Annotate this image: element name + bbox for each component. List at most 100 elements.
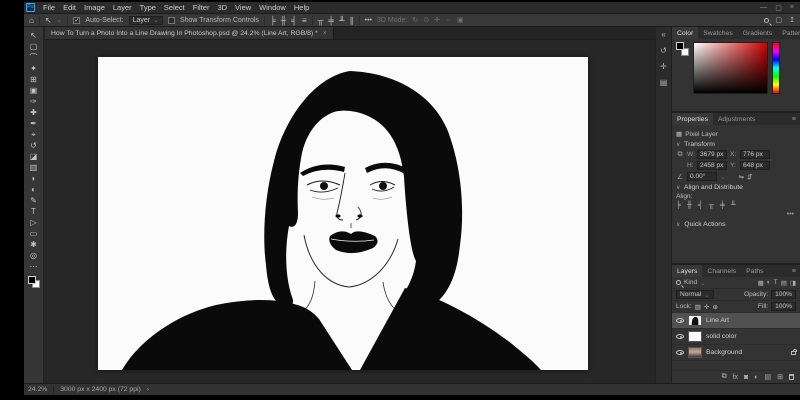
- align-bottom-icon[interactable]: ╨: [339, 16, 345, 25]
- align-right-icon[interactable]: ╡: [698, 202, 703, 209]
- lock-all-icon[interactable]: ⊕: [713, 303, 719, 311]
- menu-view[interactable]: View: [231, 3, 255, 12]
- menu-file[interactable]: File: [39, 3, 59, 12]
- 3d-roll-icon[interactable]: ⊙: [423, 16, 429, 24]
- filter-type-icon[interactable]: T: [774, 279, 778, 287]
- more-align-options-icon[interactable]: •••: [676, 211, 794, 218]
- panel-menu-icon[interactable]: ≡: [792, 265, 800, 277]
- menu-3d[interactable]: 3D: [213, 3, 231, 12]
- menu-help[interactable]: Help: [290, 3, 313, 12]
- width-field[interactable]: 3679 px: [697, 150, 727, 159]
- foreground-color-swatch[interactable]: [676, 42, 684, 50]
- history-brush-tool-icon[interactable]: ↺: [30, 140, 37, 151]
- flip-vertical-icon[interactable]: ⇵: [747, 173, 753, 181]
- axes-icon[interactable]: ✛: [660, 62, 667, 71]
- align-v-center-icon[interactable]: ╪: [720, 202, 725, 209]
- layer-row-background[interactable]: Background: [672, 345, 800, 361]
- move-tool-preset-icon[interactable]: ↖: [45, 16, 52, 25]
- dodge-tool-icon[interactable]: ◐: [31, 184, 36, 195]
- show-transform-checkbox[interactable]: [168, 17, 175, 24]
- align-left-icon[interactable]: ╞: [676, 202, 681, 209]
- layer-thumbnail[interactable]: [688, 315, 702, 326]
- zoom-level-field[interactable]: 24.2%: [28, 386, 47, 393]
- kind-filter-label[interactable]: Kind: [684, 279, 697, 286]
- auto-select-checkbox[interactable]: [73, 17, 80, 24]
- lock-position-icon[interactable]: ✛: [704, 303, 710, 311]
- adjustment-layer-icon[interactable]: ◐: [754, 374, 758, 381]
- move-tool-icon[interactable]: ↖: [30, 30, 37, 41]
- chevron-down-icon[interactable]: ∨: [676, 185, 680, 191]
- menu-filter[interactable]: Filter: [189, 3, 214, 12]
- zoom-tool-icon[interactable]: ◎: [30, 250, 37, 261]
- tab-layers[interactable]: Layers: [672, 265, 702, 277]
- blur-tool-icon[interactable]: ◗: [31, 173, 36, 184]
- fill-field[interactable]: 100%: [771, 302, 796, 311]
- align-middle-icon[interactable]: ╪: [328, 16, 334, 25]
- tab-channels[interactable]: Channels: [702, 265, 741, 277]
- align-right-icon[interactable]: ╡: [291, 16, 297, 25]
- chevron-down-icon[interactable]: ⌄: [700, 279, 706, 287]
- expand-panels-icon[interactable]: «: [661, 30, 665, 39]
- tab-paths[interactable]: Paths: [741, 265, 768, 277]
- edit-toolbar-icon[interactable]: ⋯: [30, 261, 38, 272]
- clone-stamp-tool-icon[interactable]: ⌖: [31, 129, 36, 140]
- delete-layer-icon[interactable]: [789, 374, 794, 380]
- new-layer-icon[interactable]: ⊞: [777, 373, 783, 381]
- chevron-down-icon[interactable]: ⌄: [57, 16, 63, 24]
- status-arrow-icon[interactable]: ›: [147, 386, 149, 393]
- eyedropper-tool-icon[interactable]: ✑: [30, 96, 37, 107]
- healing-brush-tool-icon[interactable]: ✚: [30, 107, 37, 118]
- link-dimensions-icon[interactable]: ⧉: [676, 151, 684, 159]
- align-h-center-icon[interactable]: ╫: [687, 202, 692, 209]
- add-layer-mask-icon[interactable]: ◙: [744, 374, 748, 381]
- close-tab-icon[interactable]: ×: [323, 30, 327, 37]
- panel-menu-icon[interactable]: ≡: [792, 113, 800, 125]
- x-field[interactable]: 776 px: [740, 150, 770, 159]
- filter-smart-object-icon[interactable]: ◨: [790, 279, 796, 287]
- layer-style-fx-icon[interactable]: fx: [733, 374, 738, 381]
- document-canvas[interactable]: [98, 57, 588, 370]
- filter-adjustment-icon[interactable]: ◐: [767, 279, 771, 287]
- quick-selection-tool-icon[interactable]: ✦: [30, 63, 37, 74]
- distribute-vertical-icon[interactable]: ∥: [350, 16, 354, 25]
- path-selection-tool-icon[interactable]: ▷: [30, 217, 36, 228]
- close-button[interactable]: ×: [790, 4, 794, 12]
- crop-tool-icon[interactable]: ⊞: [30, 74, 37, 85]
- minimize-button[interactable]: —: [760, 4, 767, 12]
- tab-swatches[interactable]: Swatches: [698, 27, 737, 39]
- pen-tool-icon[interactable]: ✎: [30, 195, 37, 206]
- history-icon[interactable]: ↺: [660, 46, 667, 55]
- layer-thumbnail[interactable]: [688, 347, 702, 358]
- lock-transparency-icon[interactable]: ▨: [695, 303, 701, 311]
- filter-pixel-icon[interactable]: ▦: [758, 279, 764, 287]
- layer-thumbnail[interactable]: [688, 331, 702, 342]
- tab-color[interactable]: Color: [672, 27, 698, 39]
- tab-properties[interactable]: Properties: [672, 113, 713, 125]
- angle-field[interactable]: 0.00°: [687, 172, 717, 181]
- layer-row-line-art[interactable]: Line Art: [672, 313, 800, 329]
- home-icon[interactable]: ⌂: [29, 16, 34, 25]
- gradient-tool-icon[interactable]: ▥: [30, 162, 38, 173]
- pasteboard[interactable]: [44, 40, 655, 383]
- foreground-color-swatch[interactable]: [28, 276, 36, 284]
- menu-edit[interactable]: Edit: [59, 3, 80, 12]
- workspace-icon[interactable]: ▢: [776, 16, 783, 24]
- 3d-slide-icon[interactable]: ⇔: [445, 17, 452, 24]
- layer-row-solid-color[interactable]: solid color: [672, 329, 800, 345]
- chevron-down-icon[interactable]: ⌄: [720, 173, 726, 181]
- menu-select[interactable]: Select: [160, 3, 189, 12]
- auto-select-dropdown[interactable]: Layer ⌄: [129, 16, 163, 25]
- opacity-field[interactable]: 100%: [771, 290, 796, 299]
- visibility-eye-icon[interactable]: [676, 318, 684, 323]
- more-options-icon[interactable]: •••: [365, 17, 372, 24]
- hue-slider[interactable]: [772, 42, 780, 94]
- search-icon[interactable]: [764, 18, 769, 23]
- tab-adjustments[interactable]: Adjustments: [713, 113, 760, 125]
- color-swatch-control[interactable]: [28, 276, 40, 288]
- menu-type[interactable]: Type: [136, 3, 160, 12]
- lasso-tool-icon[interactable]: ⌒: [30, 52, 38, 63]
- filter-group-icon[interactable]: ▤: [781, 279, 787, 287]
- visibility-eye-icon[interactable]: [676, 350, 684, 355]
- 3d-pan-icon[interactable]: ✛: [434, 16, 440, 24]
- align-center-icon[interactable]: ╫: [281, 16, 287, 25]
